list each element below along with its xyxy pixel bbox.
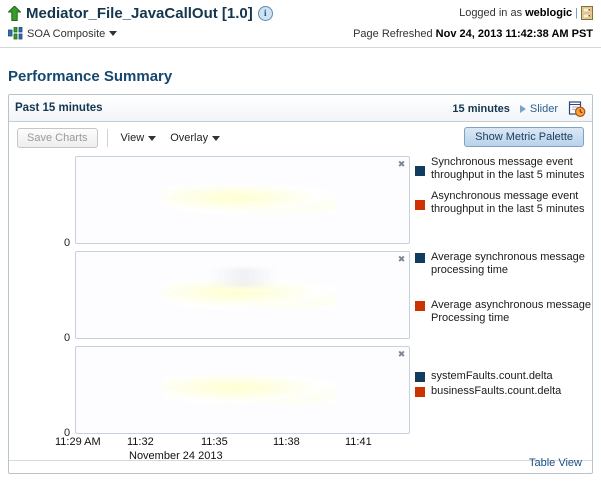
save-charts-button[interactable]: Save Charts — [17, 128, 98, 148]
overlay-menu-label: Overlay — [170, 132, 209, 144]
login-status: Logged in as weblogic | — [459, 6, 593, 20]
plot-area-3[interactable]: ✖ — [75, 346, 410, 434]
chart-legend-3: systemFaults.count.delta businessFaults.… — [415, 370, 591, 406]
legend-swatch-blue — [415, 253, 425, 263]
legend-item[interactable]: businessFaults.count.delta — [415, 385, 591, 398]
chart-plot-content — [162, 376, 336, 404]
header-divider — [0, 47, 601, 48]
page-title-row: Mediator_File_JavaCallOut [1.0] i — [7, 5, 273, 22]
legend-label: Asynchronous message event throughput in… — [431, 190, 585, 215]
chart-plot-content — [162, 281, 336, 309]
legend-item[interactable]: Average asynchronous message Processing … — [415, 299, 591, 325]
page-refreshed-label: Page Refreshed — [353, 28, 433, 40]
panel-header-controls: 15 minutes Slider — [452, 95, 586, 122]
plot-area-2[interactable]: ✖ — [75, 251, 410, 339]
chart-panel-2: 0 ✖ Average synchronous message processi… — [9, 251, 592, 344]
view-menu-label: View — [120, 132, 145, 144]
time-range-label: 15 minutes — [452, 102, 510, 115]
legend-item[interactable]: Asynchronous message event throughput in… — [415, 190, 591, 216]
panel-footer: Table View — [9, 451, 592, 473]
chart-toolbar: Save Charts View Overlay Show Metric Pal… — [9, 122, 592, 154]
section-title: Performance Summary — [8, 68, 173, 85]
y-axis-zero-label: 0 — [64, 332, 71, 344]
x-tick-label: 11:38 — [273, 436, 300, 448]
close-icon[interactable]: ✖ — [396, 254, 407, 265]
x-tick-label: 11:29 AM — [55, 436, 101, 448]
x-tick-label: 11:35 — [201, 436, 228, 448]
legend-item[interactable]: systemFaults.count.delta — [415, 370, 591, 383]
slider-label: Slider — [529, 102, 558, 115]
page-header: Mediator_File_JavaCallOut [1.0] i SOA Co… — [0, 0, 601, 48]
legend-swatch-blue — [415, 166, 425, 176]
legend-item[interactable]: Average synchronous message processing t… — [415, 251, 591, 277]
page-refreshed: Page Refreshed Nov 24, 2013 11:42:38 AM … — [353, 28, 593, 40]
soa-composite-icon — [7, 26, 23, 40]
login-separator: | — [575, 7, 578, 19]
chart-legend-2: Average synchronous message processing t… — [415, 251, 591, 333]
overlay-menu[interactable]: Overlay — [166, 130, 224, 146]
legend-label: Synchronous message event throughput in … — [431, 156, 585, 181]
page-title: Mediator_File_JavaCallOut [1.0] — [26, 5, 253, 22]
close-icon[interactable]: ✖ — [396, 349, 407, 360]
y-axis-zero-label: 0 — [64, 237, 71, 249]
soa-composite-label: SOA Composite — [27, 27, 106, 40]
panel-header: Past 15 minutes 15 minutes Slider — [9, 95, 592, 122]
plot-area-1[interactable]: ✖ — [75, 156, 410, 244]
calendar-clock-icon[interactable] — [568, 100, 586, 118]
chevron-down-icon — [212, 135, 221, 141]
show-metric-palette-button[interactable]: Show Metric Palette — [464, 127, 584, 147]
chart-panel-1: 0 ✖ Synchronous message event throughput… — [9, 156, 592, 249]
legend-label: Average asynchronous message Processing … — [431, 299, 592, 324]
slider-toggle[interactable]: Slider — [519, 102, 558, 115]
chart-panel-3: 0 ✖ systemFaults.count.delta businessFau… — [9, 346, 592, 439]
chevron-down-icon — [148, 135, 157, 141]
legend-label: Average synchronous message processing t… — [431, 251, 585, 276]
legend-swatch-orange — [415, 200, 425, 210]
server-icon[interactable] — [581, 6, 593, 20]
x-tick-label: 11:41 — [345, 436, 372, 448]
table-view-link[interactable]: Table View — [529, 457, 582, 469]
chart-stack: 0 ✖ Synchronous message event throughput… — [9, 154, 592, 472]
soa-composite-menu[interactable]: SOA Composite — [7, 26, 118, 40]
chevron-down-icon[interactable] — [109, 31, 118, 36]
chart-legend-1: Synchronous message event throughput in … — [415, 156, 591, 224]
chart-plot-content — [162, 186, 336, 214]
logged-in-user: weblogic — [525, 7, 573, 19]
legend-swatch-orange — [415, 301, 425, 311]
triangle-right-icon — [519, 104, 526, 113]
legend-label: businessFaults.count.delta — [431, 385, 562, 397]
legend-label: systemFaults.count.delta — [431, 370, 553, 382]
panel-header-title: Past 15 minutes — [15, 102, 103, 114]
close-icon[interactable]: ✖ — [396, 159, 407, 170]
logged-in-label: Logged in as — [459, 7, 523, 19]
legend-swatch-orange — [415, 387, 425, 397]
up-arrow-icon[interactable] — [7, 5, 22, 21]
x-tick-label: 11:32 — [127, 436, 154, 448]
info-icon[interactable]: i — [257, 6, 273, 21]
toolbar-divider — [106, 129, 108, 147]
performance-summary-panel: Past 15 minutes 15 minutes Slider Save C… — [8, 94, 593, 474]
page-refreshed-value: Nov 24, 2013 11:42:38 AM PST — [435, 28, 593, 40]
footer-divider — [9, 460, 592, 461]
legend-item[interactable]: Synchronous message event throughput in … — [415, 156, 591, 182]
legend-swatch-blue — [415, 372, 425, 382]
view-menu[interactable]: View — [117, 130, 161, 146]
